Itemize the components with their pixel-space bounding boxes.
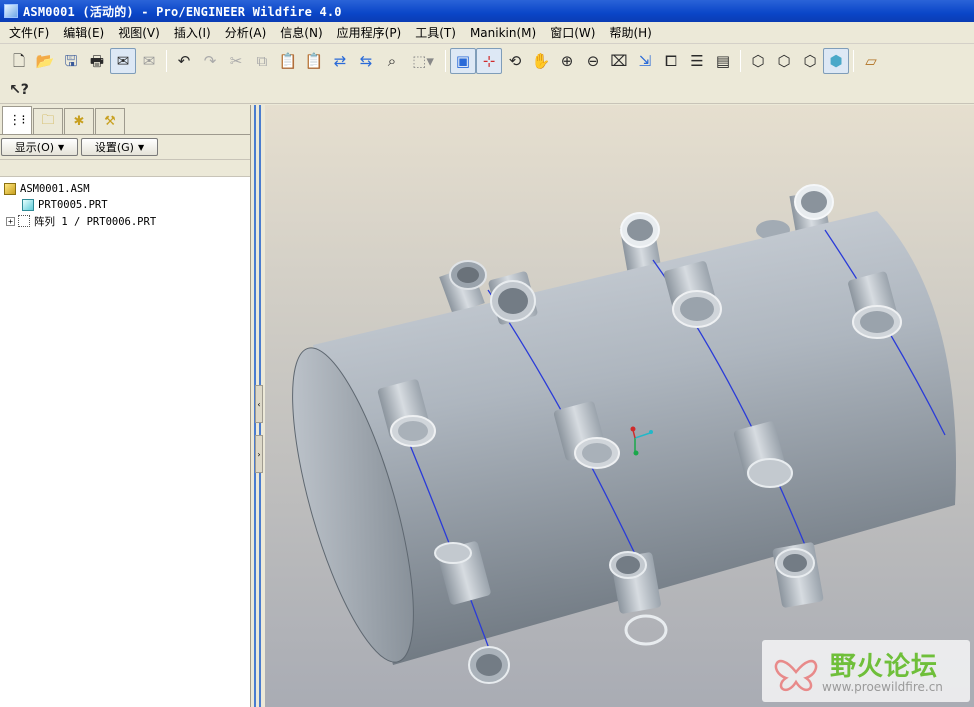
copy-icon[interactable]: ⧉	[249, 48, 275, 74]
email-icon[interactable]: ✉	[110, 48, 136, 74]
regenerate-manager-icon[interactable]: ⇆	[353, 48, 379, 74]
window-title: ASM0001 (活动的) - Pro/ENGINEER Wildfire 4.…	[23, 4, 342, 19]
main-toolbar: 🗋 📂 🖫 🖶 ✉ ✉ ↶ ↷ ✂ ⧉ 📋 📋 ⇄ ⇆ ⌕ ⬚▾ ▣ ⊹ ⟲ ✋…	[0, 45, 974, 77]
zoom-out-icon[interactable]: ⊖	[580, 48, 606, 74]
tree-item-label: 阵列 1 / PRT0006.PRT	[34, 215, 157, 228]
model-tree-icon: ⋮⁝	[8, 113, 26, 128]
tree-controls: 显示(O) ▼ 设置(G) ▼	[0, 135, 250, 159]
menu-view[interactable]: 视图(V)	[111, 24, 167, 41]
select-box-icon[interactable]: ⬚▾	[405, 48, 441, 74]
chevron-down-icon: ▼	[137, 142, 145, 152]
toolbar-separator	[166, 50, 167, 72]
connections-icon: ⚒	[104, 114, 116, 129]
proe-app-icon	[4, 4, 18, 18]
model-tree: ASM0001.ASM PRT0005.PRT + 阵列 1 / PRT0006…	[0, 177, 250, 229]
reorient-icon[interactable]: ⇲	[632, 48, 658, 74]
pattern-icon	[18, 215, 30, 227]
saved-views-icon[interactable]: ⧠	[658, 48, 684, 74]
menu-insert[interactable]: 插入(I)	[167, 24, 218, 41]
title-bar: ASM0001 (活动的) - Pro/ENGINEER Wildfire 4.…	[0, 0, 974, 22]
navigator-panel: ⋮⁝ 🗀 ✱ ⚒ 显示(O) ▼ 设置(G) ▼ ASM0001.ASM PRT…	[0, 105, 251, 707]
menu-manikin[interactable]: Manikin(M)	[463, 26, 543, 40]
show-dropdown[interactable]: 显示(O) ▼	[1, 138, 78, 156]
menu-info[interactable]: 信息(N)	[273, 24, 329, 41]
menu-file[interactable]: 文件(F)	[2, 24, 56, 41]
folder-browser-icon: 🗀	[41, 112, 55, 128]
paste-special-icon[interactable]: 📋	[301, 48, 327, 74]
refit-icon[interactable]: ⌧	[606, 48, 632, 74]
watermark-url: www.proewildfire.cn	[822, 680, 943, 694]
tree-item-label: PRT0005.PRT	[38, 199, 108, 211]
navigator-tabs: ⋮⁝ 🗀 ✱ ⚒	[0, 105, 250, 135]
connections-tab[interactable]: ⚒	[95, 108, 125, 134]
forum-watermark: 野火论坛 www.proewildfire.cn	[762, 640, 970, 702]
boss-bottom-3	[772, 542, 824, 608]
email-link-icon[interactable]: ✉	[136, 48, 162, 74]
assembly-icon	[4, 183, 16, 195]
zoom-in-icon[interactable]: ⊕	[554, 48, 580, 74]
butterfly-logo-icon	[774, 659, 818, 692]
tree-root[interactable]: ASM0001.ASM	[0, 181, 250, 197]
find-icon[interactable]: ⌕	[379, 48, 405, 74]
watermark-title: 野火论坛	[830, 652, 939, 682]
undo-icon[interactable]: ↶	[171, 48, 197, 74]
redo-icon[interactable]: ↷	[197, 48, 223, 74]
favorites-icon: ✱	[73, 114, 85, 129]
tree-item[interactable]: + 阵列 1 / PRT0006.PRT	[0, 213, 250, 229]
menu-analysis[interactable]: 分析(A)	[218, 24, 274, 41]
toolbar-separator	[853, 50, 854, 72]
graphics-window[interactable]	[265, 105, 974, 707]
folder-browser-tab[interactable]: 🗀	[33, 108, 63, 134]
expand-right-icon[interactable]: ›	[255, 435, 263, 473]
collapse-left-icon[interactable]: ‹	[255, 385, 263, 423]
new-icon[interactable]: 🗋	[6, 48, 32, 74]
menu-applications[interactable]: 应用程序(P)	[330, 24, 409, 41]
show-label: 显示(O)	[14, 141, 55, 154]
pan-icon[interactable]: ✋	[528, 48, 554, 74]
part-icon	[22, 199, 34, 211]
expand-icon[interactable]: +	[6, 216, 15, 226]
spin-center-icon[interactable]: ⊹	[476, 48, 502, 74]
wireframe-icon[interactable]: ⬡	[745, 48, 771, 74]
tree-root-label: ASM0001.ASM	[20, 183, 90, 195]
repaint-icon[interactable]: ▣	[450, 48, 476, 74]
model-view[interactable]	[265, 105, 974, 707]
tree-item[interactable]: PRT0005.PRT	[0, 197, 250, 213]
cut-icon[interactable]: ✂	[223, 48, 249, 74]
regenerate-icon[interactable]: ⇄	[327, 48, 353, 74]
paste-icon[interactable]: 📋	[275, 48, 301, 74]
save-icon[interactable]: 🖫	[58, 48, 84, 74]
tree-column-header	[0, 159, 250, 177]
no-hidden-icon[interactable]: ⬡	[797, 48, 823, 74]
chevron-down-icon: ▼	[58, 142, 65, 152]
toolbar-separator	[445, 50, 446, 72]
toolbar-separator	[740, 50, 741, 72]
panel-splitter[interactable]: ‹ ›	[251, 105, 265, 707]
settings-label: 设置(G)	[94, 141, 134, 154]
datum-planes-icon[interactable]: ▱	[858, 48, 884, 74]
menu-edit[interactable]: 编辑(E)	[56, 24, 111, 41]
orient-mode-icon[interactable]: ⟲	[502, 48, 528, 74]
menu-bar: 文件(F) 编辑(E) 视图(V) 插入(I) 分析(A) 信息(N) 应用程序…	[0, 22, 974, 44]
menu-help[interactable]: 帮助(H)	[602, 24, 658, 41]
hidden-line-icon[interactable]: ⬡	[771, 48, 797, 74]
layers-icon[interactable]: ☰	[684, 48, 710, 74]
open-icon[interactable]: 📂	[32, 48, 58, 74]
menu-window[interactable]: 窗口(W)	[543, 24, 602, 41]
model-tree-tab[interactable]: ⋮⁝	[2, 106, 32, 134]
shading-icon[interactable]: ⬢	[823, 48, 849, 74]
menu-tools[interactable]: 工具(T)	[408, 24, 463, 41]
print-icon[interactable]: 🖶	[84, 48, 110, 74]
context-help-icon[interactable]: ↖?	[6, 77, 32, 103]
view-manager-icon[interactable]: ▤	[710, 48, 736, 74]
favorites-tab[interactable]: ✱	[64, 108, 94, 134]
secondary-toolbar: ↖?	[0, 77, 974, 104]
settings-dropdown[interactable]: 设置(G) ▼	[81, 138, 158, 156]
